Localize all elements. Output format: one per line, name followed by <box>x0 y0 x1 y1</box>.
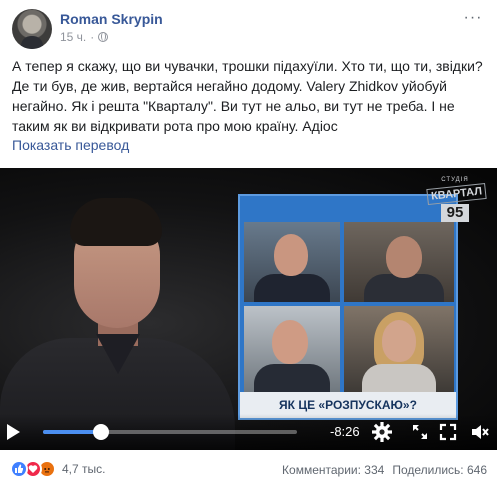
video-photo-tile <box>244 222 340 302</box>
logo-name-text: КВАРТАЛ <box>426 182 487 206</box>
video-graphic-panel: ЯК ЦЕ «РОЗПУСКАЮ»? <box>238 194 458 420</box>
reaction-count[interactable]: 4,7 тыс. <box>62 462 105 476</box>
meta-separator: · <box>90 30 95 44</box>
video-photo-tile <box>344 306 454 392</box>
video-player[interactable]: ЯК ЦЕ «РОЗПУСКАЮ»? СТУДІЯ КВАРТАЛ 95 -8:… <box>0 168 497 450</box>
post-meta: 15 ч. · <box>60 30 109 44</box>
translate-link[interactable]: Показать перевод <box>12 137 129 153</box>
remaining-time: -8:26 <box>330 424 360 439</box>
more-options-button[interactable]: ··· <box>461 9 485 29</box>
fullscreen-icon[interactable] <box>438 422 458 442</box>
like-icon <box>10 460 28 478</box>
reactions-summary[interactable]: 4,7 тыс. <box>10 460 105 478</box>
video-photo-tile <box>344 222 454 302</box>
shares-count[interactable]: Поделились: 646 <box>392 463 487 477</box>
kvartal-logo: СТУДІЯ КВАРТАЛ 95 <box>426 176 487 226</box>
author-name[interactable]: Roman Skrypin <box>60 11 163 27</box>
logo-studio-text: СТУДІЯ <box>441 177 469 183</box>
gear-icon[interactable] <box>372 422 392 442</box>
comments-count[interactable]: Комментарии: 334 <box>282 463 384 477</box>
video-photo-tile <box>244 306 340 392</box>
globe-icon <box>98 32 109 42</box>
video-presenter <box>0 188 235 450</box>
video-controls: -8:26 <box>0 414 497 450</box>
post-footer: 4,7 тыс. Комментарии: 334 Поделились: 64… <box>10 456 487 484</box>
expand-icon[interactable] <box>410 422 430 442</box>
progress-track[interactable] <box>43 424 297 440</box>
progress-thumb[interactable] <box>93 424 110 440</box>
post-text: А тепер я скажу, що ви чувачки, трошки п… <box>12 58 483 134</box>
post-time[interactable]: 15 ч. <box>60 30 86 44</box>
avatar[interactable] <box>12 9 52 49</box>
logo-number-text: 95 <box>441 204 469 222</box>
volume-icon[interactable] <box>470 422 490 442</box>
post-stats: Комментарии: 334 Поделились: 646 <box>282 463 487 477</box>
post-header: Roman Skrypin 15 ч. · ··· <box>12 9 485 49</box>
play-icon[interactable] <box>7 424 20 440</box>
